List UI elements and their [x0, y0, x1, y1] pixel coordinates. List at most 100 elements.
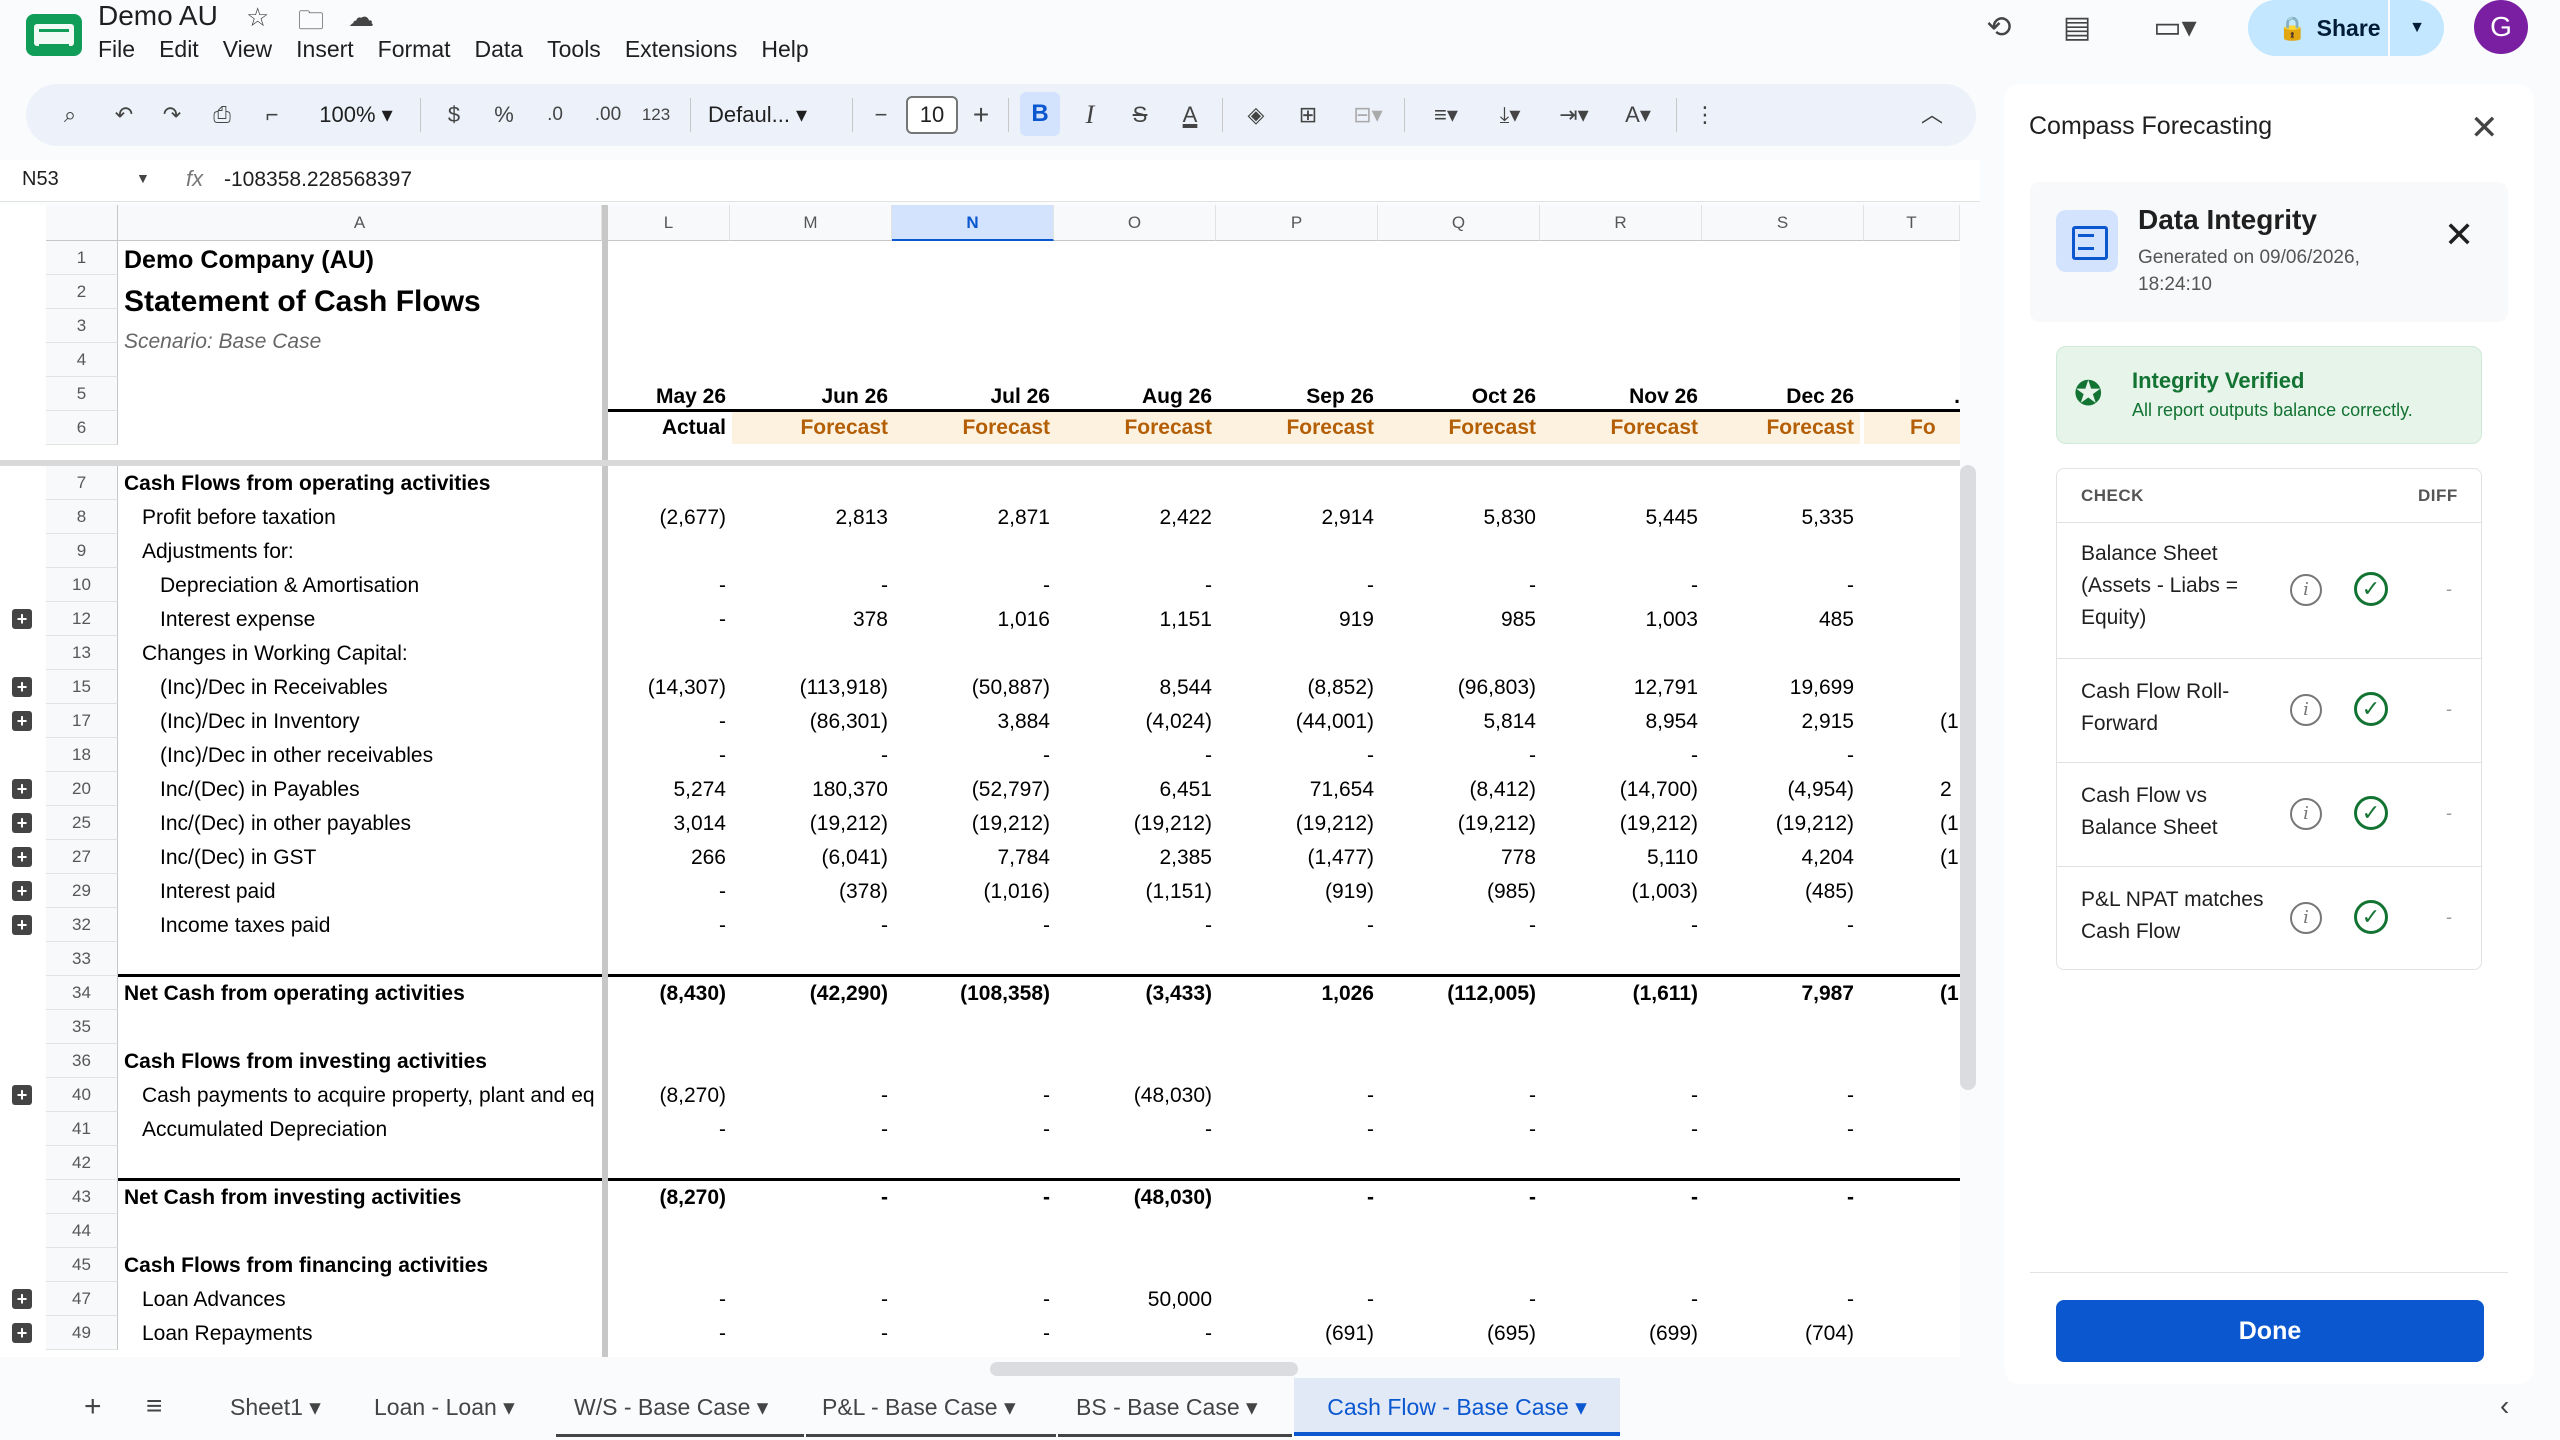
table-cell[interactable]: (919) — [1224, 880, 1374, 904]
table-cell[interactable]: 8,954 — [1548, 710, 1698, 734]
table-cell[interactable]: - — [1386, 574, 1536, 598]
table-cell[interactable]: - — [900, 914, 1050, 938]
table-cell[interactable]: (19,212) — [1704, 812, 1854, 836]
table-cell[interactable]: - — [1548, 1186, 1698, 1210]
table-cell[interactable]: 5,814 — [1386, 710, 1536, 734]
table-cell-overflow[interactable]: (1 — [1940, 846, 1960, 870]
table-cell[interactable]: - — [1062, 914, 1212, 938]
paint-format-icon[interactable]: ⌐ — [252, 84, 292, 146]
sheets-logo-icon[interactable] — [26, 14, 82, 56]
increase-decimal-button[interactable]: .00 — [584, 84, 632, 146]
row-header[interactable]: 20 — [46, 772, 118, 806]
table-cell[interactable]: 2,914 — [1224, 506, 1374, 530]
expand-group-icon[interactable]: + — [12, 609, 32, 629]
table-cell[interactable]: (48,030) — [1062, 1084, 1212, 1108]
table-cell[interactable]: 5,830 — [1386, 506, 1536, 530]
row-header[interactable]: 18 — [46, 738, 118, 772]
table-cell[interactable]: (4,954) — [1704, 778, 1854, 802]
table-cell[interactable]: (1,016) — [900, 880, 1050, 904]
fill-color-icon[interactable]: ◈ — [1236, 84, 1276, 146]
expand-group-icon[interactable]: + — [12, 711, 32, 731]
row-header[interactable]: 32 — [46, 908, 118, 942]
table-cell[interactable]: - — [1548, 1288, 1698, 1312]
collapse-panel-icon[interactable]: ‹ — [2500, 1390, 2509, 1422]
table-cell[interactable]: - — [1386, 1186, 1536, 1210]
table-cell[interactable]: 1,026 — [1224, 982, 1374, 1006]
done-button[interactable]: Done — [2056, 1300, 2484, 1362]
table-cell[interactable]: - — [576, 914, 726, 938]
table-cell[interactable]: - — [576, 1322, 726, 1346]
row-header[interactable]: 25 — [46, 806, 118, 840]
table-cell[interactable]: 1,003 — [1548, 608, 1698, 632]
table-cell[interactable]: (1,151) — [1062, 880, 1212, 904]
table-cell[interactable]: 50,000 — [1062, 1288, 1212, 1312]
table-cell-overflow[interactable]: (1 — [1940, 710, 1960, 734]
increase-font-size-button[interactable]: + — [964, 84, 998, 146]
row-header[interactable]: 10 — [46, 568, 118, 602]
row-header[interactable]: 27 — [46, 840, 118, 874]
row-header[interactable]: 7 — [46, 466, 118, 500]
expand-group-icon[interactable]: + — [12, 779, 32, 799]
row-header[interactable]: 13 — [46, 636, 118, 670]
table-cell[interactable]: (113,918) — [738, 676, 888, 700]
table-cell[interactable]: 2,915 — [1704, 710, 1854, 734]
table-cell[interactable]: - — [1548, 1118, 1698, 1142]
currency-format-button[interactable]: $ — [436, 84, 472, 146]
table-cell-overflow[interactable]: (1 — [1940, 982, 1960, 1006]
menu-edit[interactable]: Edit — [159, 36, 209, 63]
row-header[interactable]: 41 — [46, 1112, 118, 1146]
table-cell[interactable]: (8,270) — [576, 1084, 726, 1108]
table-cell[interactable]: - — [1704, 1084, 1854, 1108]
table-cell[interactable]: (50,887) — [900, 676, 1050, 700]
table-cell[interactable]: - — [738, 1186, 888, 1210]
name-box-dropdown-icon[interactable]: ▼ — [136, 170, 150, 186]
expand-group-icon[interactable]: + — [12, 915, 32, 935]
table-cell[interactable]: (378) — [738, 880, 888, 904]
row-header[interactable]: 45 — [46, 1248, 118, 1282]
row-header[interactable]: 3 — [46, 309, 118, 343]
table-cell[interactable]: - — [738, 914, 888, 938]
table-cell[interactable]: (86,301) — [738, 710, 888, 734]
row-header[interactable]: 1 — [46, 241, 118, 275]
table-cell[interactable]: - — [1548, 1084, 1698, 1108]
table-cell[interactable]: - — [738, 574, 888, 598]
name-box[interactable]: N53 — [22, 168, 59, 191]
table-cell[interactable]: - — [738, 1322, 888, 1346]
tab-pl-base-case[interactable]: P&L - Base Case ▾ — [816, 1378, 1022, 1436]
table-cell[interactable]: 12,791 — [1548, 676, 1698, 700]
info-icon[interactable]: i — [2290, 902, 2322, 934]
table-cell[interactable]: 6,451 — [1062, 778, 1212, 802]
table-cell[interactable]: (96,803) — [1386, 676, 1536, 700]
table-cell[interactable]: - — [1548, 914, 1698, 938]
table-cell[interactable]: 7,987 — [1704, 982, 1854, 1006]
table-cell[interactable]: 4,204 — [1704, 846, 1854, 870]
comments-icon[interactable]: ▤ — [2052, 8, 2102, 48]
table-cell[interactable]: (1,477) — [1224, 846, 1374, 870]
table-cell[interactable]: 266 — [576, 846, 726, 870]
frozen-row-divider[interactable] — [0, 460, 1960, 466]
table-cell[interactable]: - — [1704, 914, 1854, 938]
table-cell[interactable]: 1,016 — [900, 608, 1050, 632]
table-cell[interactable]: 71,654 — [1224, 778, 1374, 802]
table-cell[interactable]: 5,274 — [576, 778, 726, 802]
table-cell[interactable]: (1,003) — [1548, 880, 1698, 904]
table-cell[interactable]: (691) — [1224, 1322, 1374, 1346]
version-history-icon[interactable]: ⟲ — [1974, 8, 2024, 48]
table-cell[interactable]: (19,212) — [1062, 812, 1212, 836]
more-formats-button[interactable]: 123 — [636, 84, 676, 146]
cloud-saved-icon[interactable]: ☁ — [348, 2, 374, 33]
table-cell[interactable]: (19,212) — [1224, 812, 1374, 836]
tab-loan[interactable]: Loan - Loan ▾ — [368, 1378, 521, 1436]
table-cell[interactable]: - — [576, 608, 726, 632]
column-header-s[interactable]: S — [1702, 205, 1864, 241]
table-cell[interactable]: - — [1062, 1322, 1212, 1346]
table-cell[interactable]: - — [1062, 574, 1212, 598]
column-header-t[interactable]: T — [1864, 205, 1960, 241]
table-cell[interactable]: - — [1224, 1288, 1374, 1312]
table-cell[interactable]: 3,884 — [900, 710, 1050, 734]
print-icon[interactable]: ⎙ — [202, 84, 242, 146]
table-cell[interactable]: 2,422 — [1062, 506, 1212, 530]
table-cell[interactable]: - — [1224, 914, 1374, 938]
table-cell[interactable]: - — [1704, 1186, 1854, 1210]
table-cell[interactable]: - — [1386, 1288, 1536, 1312]
